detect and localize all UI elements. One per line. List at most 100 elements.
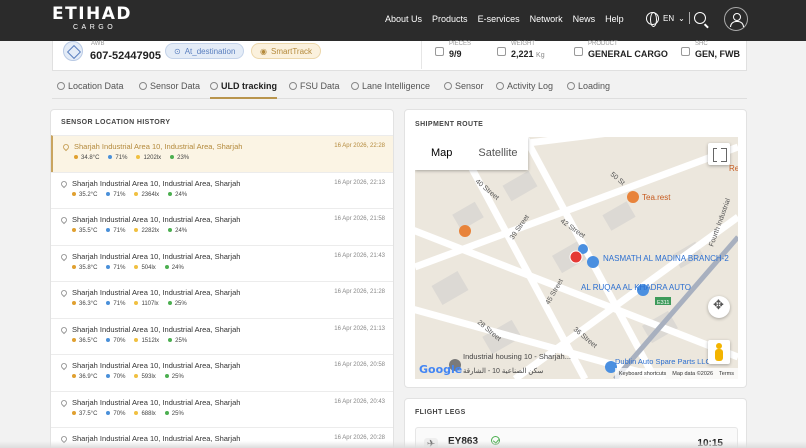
- fullscreen-button[interactable]: [708, 143, 730, 165]
- map-canvas[interactable]: 40 Street 50 St 39 Street 42 Street 45 S…: [415, 137, 738, 379]
- clock-icon: [289, 82, 297, 90]
- logo-brand: ETIHAD: [52, 4, 133, 24]
- shipment-route-panel: SHIPMENT ROUTE 40 Street 50 St 39 Street…: [404, 109, 747, 388]
- nav-products[interactable]: Products: [432, 14, 468, 24]
- row-timestamp: 16 Apr 2026, 21:43: [334, 252, 385, 259]
- tab-location-data[interactable]: Location Data: [57, 81, 124, 99]
- map-attribution: Keyboard shortcuts Map data ©2026 Terms: [614, 368, 738, 379]
- map-poi-label: سكن الصناعية 10 - الشارقة: [463, 367, 543, 375]
- camera-control-button[interactable]: [708, 296, 730, 318]
- pieces-label: PIECES: [449, 41, 472, 47]
- light-reading: 1512lx: [134, 338, 159, 344]
- history-row[interactable]: Sharjah Industrial Area 10, Industrial A…: [51, 390, 393, 428]
- smarttrack-label: SmartTrack: [270, 46, 313, 56]
- row-location: Sharjah Industrial Area 10, Industrial A…: [72, 288, 241, 297]
- tab-fsu-data[interactable]: FSU Data: [289, 81, 340, 99]
- battery-reading: 25%: [165, 374, 184, 380]
- tab-sensor[interactable]: Sensor: [444, 81, 484, 99]
- terms-link[interactable]: Terms: [719, 371, 734, 377]
- nav-network[interactable]: Network: [530, 14, 563, 24]
- shc-label: SHC: [695, 41, 708, 47]
- temperature-reading: 36.5°C: [72, 338, 97, 344]
- panel-title: SENSOR LOCATION HISTORY: [61, 119, 171, 126]
- tab-uld-tracking[interactable]: ULD tracking: [210, 81, 278, 99]
- chevron-down-icon: ⌄: [678, 13, 685, 23]
- tab-sensor-data[interactable]: Sensor Data: [139, 81, 200, 99]
- tab-loading[interactable]: Loading: [567, 81, 610, 99]
- location-pin-icon: [59, 215, 69, 225]
- humidity-reading: 70%: [106, 374, 125, 380]
- row-timestamp: 16 Apr 2026, 21:58: [334, 216, 385, 222]
- route-map[interactable]: 40 Street 50 St 39 Street 42 Street 45 S…: [415, 137, 738, 379]
- main-nav: About Us Products E-services Network New…: [385, 0, 634, 38]
- weight-icon: [497, 47, 506, 56]
- row-location: Sharjah Industrial Area 10, Industrial A…: [72, 251, 241, 261]
- tab-activity-log[interactable]: Activity Log: [496, 81, 553, 99]
- battery-reading: 25%: [168, 338, 187, 344]
- history-row[interactable]: Sharjah Industrial Area 10, Industrial A…: [51, 354, 393, 391]
- nav-help[interactable]: Help: [605, 14, 624, 24]
- divider: [688, 12, 690, 24]
- row-timestamp: 16 Apr 2026, 21:28: [334, 289, 385, 295]
- map-poi-label: AL RUQAA AL KHADRA AUTO: [581, 283, 691, 292]
- row-readings: 36.9°C 70% 593lx 25%: [72, 374, 184, 380]
- sensor-location-history-panel: SENSOR LOCATION HISTORY Sharjah Industri…: [50, 109, 394, 448]
- shop-poi-icon[interactable]: [587, 256, 599, 268]
- panel-title: FLIGHT LEGS: [415, 409, 466, 416]
- tab-lane-intelligence[interactable]: Lane Intelligence: [351, 81, 430, 99]
- product-value: GENERAL CARGO: [588, 49, 668, 59]
- globe-icon: [646, 11, 659, 27]
- history-row[interactable]: Sharjah Industrial Area 10, Industrial A…: [51, 208, 393, 245]
- pieces-value: 9/9: [449, 49, 462, 59]
- history-row[interactable]: Sharjah Industrial Area 10, Industrial A…: [51, 244, 393, 282]
- nav-news[interactable]: News: [573, 14, 596, 24]
- logo-sub: CARGO: [73, 24, 117, 31]
- row-location: Sharjah Industrial Area 10, Industrial A…: [72, 397, 241, 407]
- location-pin-icon: [59, 398, 69, 407]
- shc-metric: SHC GEN, FWB: [681, 41, 740, 59]
- language-selector[interactable]: EN ⌄: [646, 8, 706, 28]
- tab-label: ULD tracking: [221, 81, 278, 91]
- row-readings: 37.5°C 70% 688lx 25%: [72, 411, 184, 417]
- history-row[interactable]: Sharjah Industrial Area 10, Industrial A…: [51, 135, 393, 172]
- lightning-icon: [351, 82, 359, 90]
- street-view-pegman-icon[interactable]: [708, 340, 730, 364]
- row-readings: 35.8°C 71% 504lx 24%: [72, 265, 184, 271]
- tab-label: Sensor Data: [150, 81, 201, 91]
- weight-unit: Kg: [536, 52, 545, 59]
- history-row[interactable]: Sharjah Industrial Area 10, Industrial A…: [51, 317, 393, 355]
- page-edge-shadow: [0, 441, 806, 448]
- profile-avatar-button[interactable]: [724, 7, 748, 31]
- light-reading: 1107lx: [134, 301, 158, 307]
- restaurant-poi-icon[interactable]: [627, 191, 639, 203]
- etihad-cargo-logo[interactable]: ETIHAD CARGO: [52, 6, 132, 32]
- tab-label: Location Data: [68, 81, 124, 91]
- temperature-reading: 35.5°C: [72, 228, 97, 234]
- awb-label: AWB: [91, 41, 105, 47]
- light-reading: 688lx: [134, 411, 155, 417]
- humidity-reading: 71%: [106, 301, 125, 307]
- humidity-reading: 71%: [108, 155, 127, 161]
- history-row[interactable]: Sharjah Industrial Area 10, Industrial A…: [51, 281, 393, 318]
- satellite-view-button[interactable]: Satellite: [462, 137, 527, 170]
- language-code: EN: [663, 13, 675, 23]
- restaurant-poi-icon[interactable]: [459, 225, 471, 237]
- map-view-button[interactable]: Map: [415, 137, 462, 170]
- history-list[interactable]: Sharjah Industrial Area 10, Industrial A…: [51, 135, 393, 448]
- nav-e-services[interactable]: E-services: [478, 14, 520, 24]
- temperature-reading: 36.3°C: [72, 301, 97, 307]
- search-icon[interactable]: [693, 12, 706, 24]
- divider: [421, 41, 422, 69]
- top-navigation-bar: ETIHAD CARGO About Us Products E-service…: [0, 0, 806, 41]
- humidity-reading: 70%: [106, 338, 125, 344]
- layers-icon: [210, 82, 218, 90]
- package-icon: [63, 41, 83, 61]
- keyboard-shortcuts-link[interactable]: Keyboard shortcuts: [619, 371, 666, 377]
- weight-value: 2,221: [511, 49, 534, 59]
- history-row[interactable]: Sharjah Industrial Area 10, Industrial A…: [51, 171, 393, 209]
- location-pin-icon: [59, 252, 69, 261]
- nav-about-us[interactable]: About Us: [385, 14, 422, 24]
- location-pin-icon: [59, 325, 69, 334]
- humidity-reading: 71%: [106, 228, 125, 234]
- map-poi-label: Dublin Auto Spare Parts LLC: [615, 357, 711, 366]
